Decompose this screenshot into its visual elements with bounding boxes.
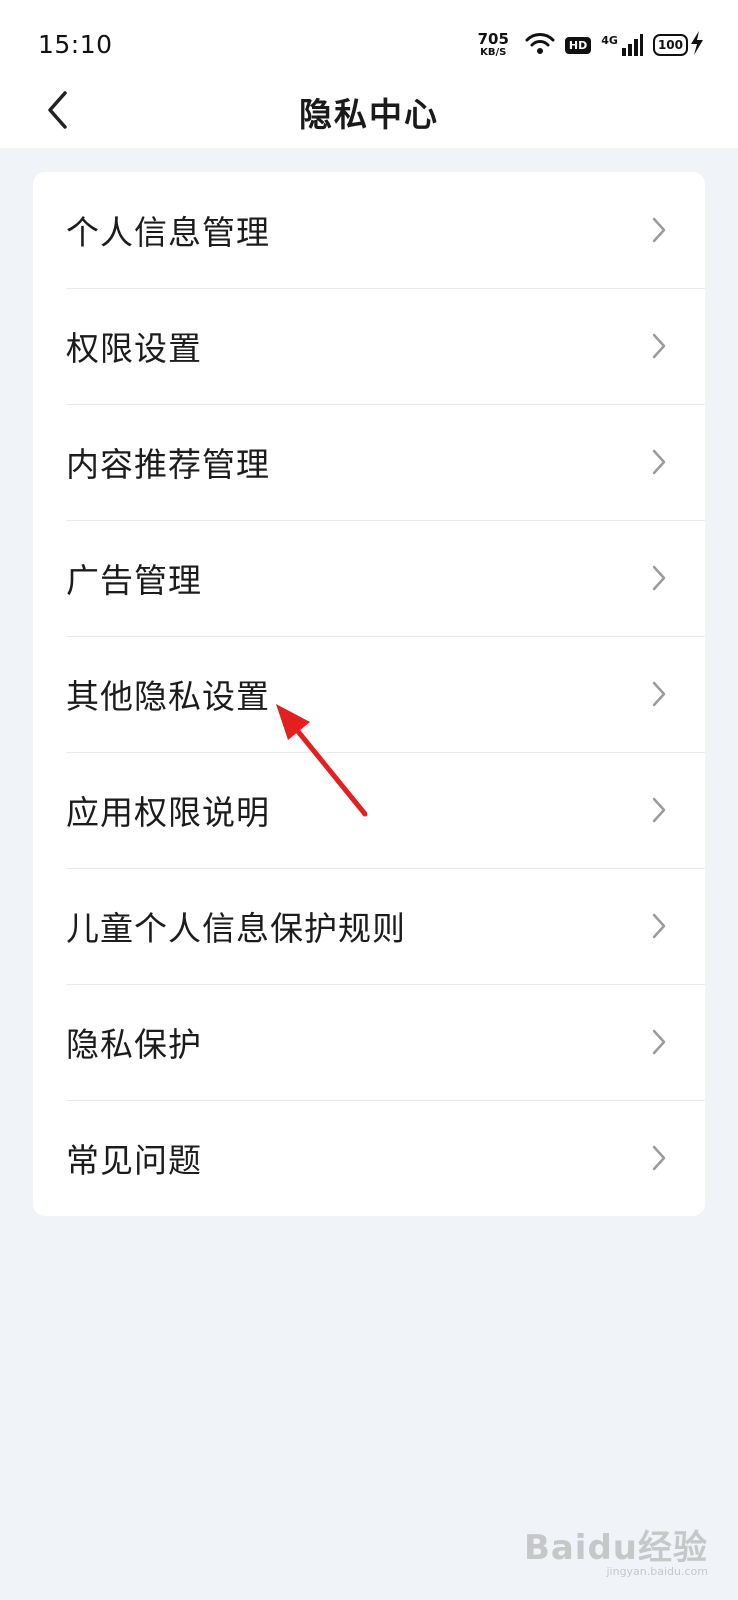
chevron-right-icon [652, 449, 666, 475]
chevron-right-icon [652, 913, 666, 939]
chevron-right-icon [652, 333, 666, 359]
signal-label: 4G [601, 34, 618, 47]
watermark-url: jingyan.baidu.com [606, 1565, 708, 1578]
nav-header: 隐私中心 [0, 86, 738, 148]
menu-item-label: 应用权限说明 [66, 793, 270, 832]
menu-item-app-permission-description[interactable]: 应用权限说明 [33, 752, 705, 868]
menu-item-label: 内容推荐管理 [66, 445, 270, 484]
chevron-right-icon [652, 681, 666, 707]
chevron-right-icon [652, 565, 666, 591]
menu-item-label: 广告管理 [66, 561, 202, 600]
menu-item-label: 权限设置 [66, 329, 202, 368]
status-icons: 705 KB/S HD 4G 100 [478, 30, 704, 60]
menu-item-faq[interactable]: 常见问题 [33, 1100, 705, 1216]
net-speed-value: 705 [477, 30, 509, 48]
chevron-right-icon [652, 217, 666, 243]
battery-icon: 100 [652, 31, 704, 59]
menu-item-label: 其他隐私设置 [66, 677, 270, 716]
menu-item-label: 常见问题 [66, 1141, 202, 1180]
status-bar: 15:10 705 KB/S HD 4G 100 [0, 0, 738, 86]
watermark-brand: Baidu经验 [523, 1528, 708, 1568]
baidu-watermark: Baidu经验 jingyan.baidu.com [524, 1520, 708, 1578]
page-title: 隐私中心 [299, 95, 439, 134]
privacy-menu-card: 个人信息管理 权限设置 内容推荐管理 广告管理 其他隐私设置 应用权限说明 儿童… [33, 172, 705, 1216]
chevron-right-icon [652, 1145, 666, 1171]
net-speed-indicator: 705 KB/S [478, 32, 509, 58]
menu-item-personal-info-management[interactable]: 个人信息管理 [33, 172, 705, 288]
menu-item-label: 个人信息管理 [66, 213, 270, 252]
menu-item-ad-management[interactable]: 广告管理 [33, 520, 705, 636]
menu-item-content-recommendation[interactable]: 内容推荐管理 [33, 404, 705, 520]
menu-item-children-privacy-rules[interactable]: 儿童个人信息保护规则 [33, 868, 705, 984]
menu-item-label: 隐私保护 [66, 1025, 202, 1064]
menu-item-other-privacy-settings[interactable]: 其他隐私设置 [33, 636, 705, 752]
chevron-right-icon [652, 797, 666, 823]
wifi-icon [525, 31, 555, 59]
menu-item-permission-settings[interactable]: 权限设置 [33, 288, 705, 404]
chevron-right-icon [652, 1029, 666, 1055]
signal-icon: 4G [601, 34, 643, 56]
net-speed-unit: KB/S [480, 47, 507, 58]
battery-level: 100 [652, 34, 688, 56]
menu-item-privacy-protection[interactable]: 隐私保护 [33, 984, 705, 1100]
menu-item-label: 儿童个人信息保护规则 [66, 909, 406, 948]
hd-badge: HD [564, 36, 592, 54]
status-time: 15:10 [38, 30, 113, 59]
charging-icon [690, 31, 704, 59]
